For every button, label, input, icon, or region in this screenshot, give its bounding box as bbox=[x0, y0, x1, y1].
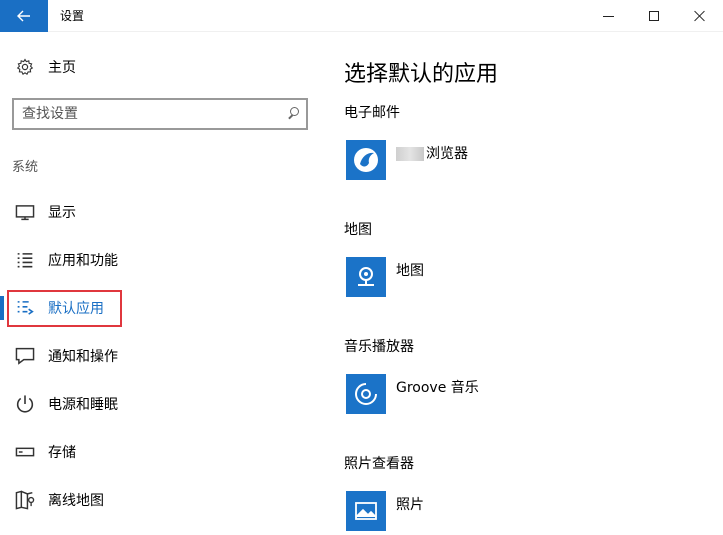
title-bar: 设置 bbox=[0, 0, 723, 32]
map-icon bbox=[15, 490, 35, 510]
search-box[interactable] bbox=[12, 98, 308, 130]
default-music-app[interactable]: Groove 音乐 bbox=[346, 374, 479, 414]
sidebar-item-offline-maps[interactable]: 离线地图 bbox=[0, 476, 320, 524]
sidebar-item-storage[interactable]: 存储 bbox=[0, 428, 320, 476]
sidebar-item-label: 离线地图 bbox=[48, 493, 104, 509]
section-label: 系统 bbox=[12, 160, 39, 175]
maps-app-icon bbox=[346, 257, 386, 297]
gear-icon bbox=[16, 58, 34, 76]
list-icon bbox=[17, 253, 33, 268]
maximize-button[interactable] bbox=[631, 0, 677, 32]
default-photos-app[interactable]: 照片 bbox=[346, 491, 424, 531]
category-email-label: 电子邮件 bbox=[344, 105, 400, 121]
app-name-email: 浏览器 bbox=[426, 146, 468, 162]
minimize-button[interactable] bbox=[585, 0, 631, 32]
photos-app-icon bbox=[346, 491, 386, 531]
search-icon[interactable] bbox=[286, 106, 302, 122]
sidebar-item-power-sleep[interactable]: 电源和睡眠 bbox=[0, 380, 320, 428]
sidebar-home[interactable]: 主页 bbox=[14, 56, 76, 78]
highlight-frame bbox=[7, 290, 122, 327]
power-icon bbox=[16, 395, 34, 413]
sidebar-item-display[interactable]: 显示 bbox=[0, 188, 320, 236]
main-panel: 选择默认的应用 电子邮件 浏览器 地图 地图 音乐播放器 Groove 音乐 照… bbox=[320, 32, 723, 535]
window-title: 设置 bbox=[60, 9, 85, 23]
app-name-photos: 照片 bbox=[396, 497, 424, 513]
minimize-icon bbox=[602, 15, 614, 17]
sidebar-item-label: 通知和操作 bbox=[48, 349, 118, 365]
back-button[interactable] bbox=[0, 0, 48, 32]
monitor-icon bbox=[15, 205, 35, 221]
close-icon bbox=[694, 10, 706, 22]
redacted-text bbox=[396, 147, 424, 161]
app-name-music: Groove 音乐 bbox=[396, 380, 479, 396]
sidebar-item-label: 显示 bbox=[48, 205, 76, 221]
search-input[interactable] bbox=[22, 105, 272, 123]
sidebar-item-label: 应用和功能 bbox=[48, 253, 118, 269]
default-maps-app[interactable]: 地图 bbox=[346, 257, 424, 297]
sidebar-home-label: 主页 bbox=[48, 60, 76, 76]
groove-music-icon bbox=[346, 374, 386, 414]
maximize-icon bbox=[649, 11, 659, 21]
sidebar-item-label: 存储 bbox=[48, 445, 76, 461]
category-photos-label: 照片查看器 bbox=[344, 456, 414, 472]
default-email-app[interactable]: 浏览器 bbox=[346, 140, 468, 180]
sidebar: 主页 系统 显示 应用和功能 默认应用 通知和操作 bbox=[0, 32, 320, 535]
sidebar-item-label: 电源和睡眠 bbox=[48, 397, 118, 413]
active-indicator bbox=[0, 296, 4, 320]
page-title: 选择默认的应用 bbox=[344, 62, 499, 87]
arrow-left-icon bbox=[17, 10, 30, 22]
notification-icon bbox=[15, 347, 35, 365]
browser-app-icon bbox=[346, 140, 386, 180]
category-music-label: 音乐播放器 bbox=[344, 339, 414, 355]
sidebar-item-notifications[interactable]: 通知和操作 bbox=[0, 332, 320, 380]
sidebar-item-apps-features[interactable]: 应用和功能 bbox=[0, 236, 320, 284]
close-button[interactable] bbox=[677, 0, 723, 32]
app-name-maps: 地图 bbox=[396, 263, 424, 279]
storage-icon bbox=[15, 447, 35, 457]
category-maps-label: 地图 bbox=[344, 222, 372, 238]
